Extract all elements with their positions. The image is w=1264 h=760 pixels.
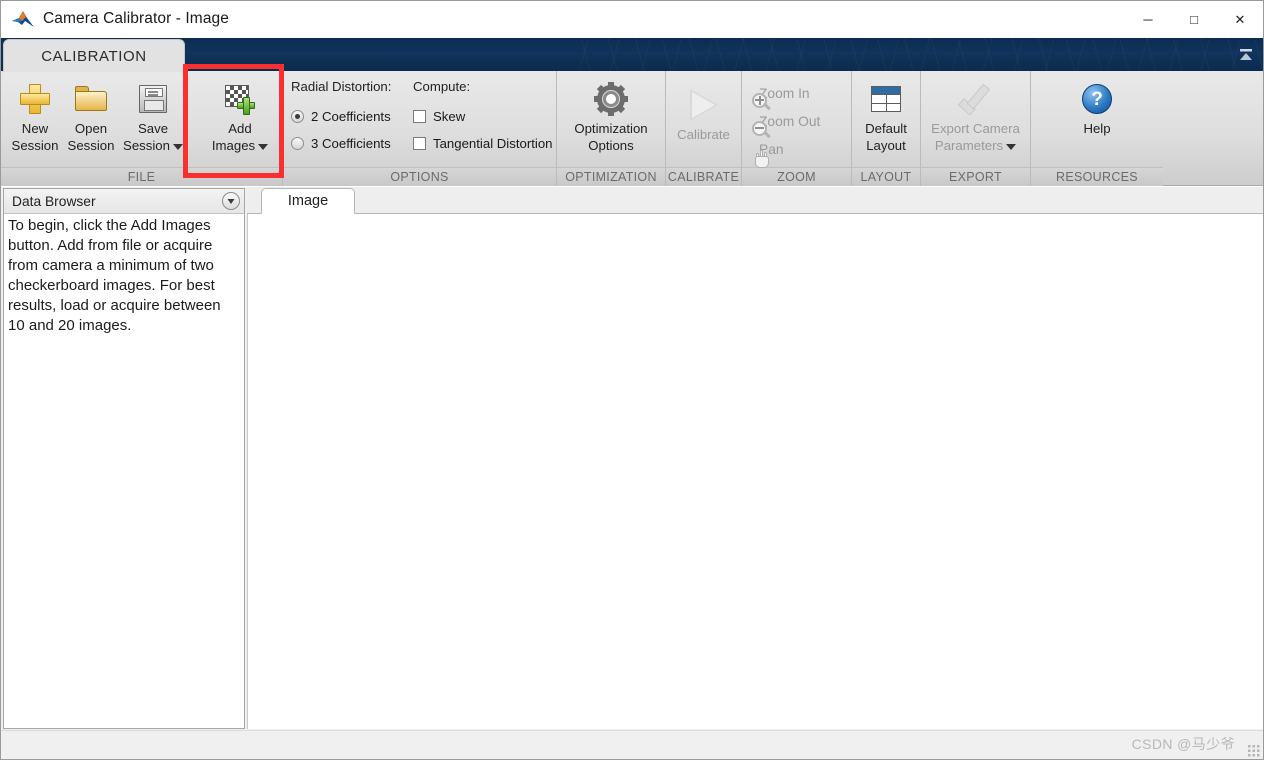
add-images-label-1: Add (228, 121, 252, 136)
checkerboard-plus-icon (225, 81, 255, 117)
watermark-text: CSDN @马少爷 (1131, 736, 1235, 752)
ribbon-group-options: Radial Distortion: 2 Coefficients 3 Coef… (283, 71, 557, 186)
checkbox-skew-indicator[interactable] (413, 110, 426, 123)
radio-2-coefficients-label: 2 Coefficients (311, 109, 391, 124)
maximize-button[interactable]: □ (1171, 1, 1217, 38)
ribbon-group-label-options: OPTIONS (283, 167, 556, 186)
tab-calibration[interactable]: CALIBRATION (3, 39, 185, 72)
plus-icon (20, 81, 50, 117)
export-camera-parameters-label-1: Export Camera (931, 121, 1020, 136)
zoom-out-button[interactable]: Zoom Out (752, 107, 821, 139)
tab-image[interactable]: Image (261, 188, 355, 214)
compute-header: Compute: (413, 79, 471, 94)
default-layout-label-2: Layout (866, 138, 906, 153)
checkbox-skew-label: Skew (433, 109, 466, 124)
ribbon-group-resources: ? Help RESOURCES (1031, 71, 1163, 186)
open-session-label-2: Session (67, 138, 115, 153)
resize-grip-icon[interactable] (1247, 744, 1260, 757)
ribbon-tab-bar: CALIBRATION (1, 38, 1263, 72)
checkbox-tangential-distortion-indicator[interactable] (413, 137, 426, 150)
radial-distortion-header: Radial Distortion: (291, 79, 392, 94)
ribbon-group-label-zoom: ZOOM (742, 167, 851, 186)
optimization-options-label-2: Options (588, 138, 634, 153)
save-session-dropdown-icon[interactable] (172, 143, 183, 150)
save-session-label-2: Session (123, 138, 170, 153)
status-bar: CSDN @马少爷 (1, 730, 1263, 759)
chevron-down-circle-icon[interactable] (222, 192, 240, 210)
default-layout-label-1: Default (865, 121, 907, 136)
help-button[interactable]: ? Help (1067, 77, 1127, 137)
checkbox-skew[interactable]: Skew (413, 103, 563, 130)
default-layout-button[interactable]: Default Layout (853, 77, 919, 154)
zoom-out-label: Zoom Out (759, 113, 821, 129)
ribbon-group-label-export: EXPORT (921, 167, 1030, 186)
new-session-label-1: New (21, 121, 49, 136)
data-browser-title: Data Browser (12, 193, 96, 209)
new-session-button[interactable]: New Session (7, 77, 63, 154)
close-button[interactable]: ✕ (1217, 1, 1263, 38)
save-session-label-1: Save (137, 121, 169, 136)
data-browser-header: Data Browser (4, 189, 244, 214)
ribbon-group-label-optimization: OPTIMIZATION (557, 167, 665, 186)
ribbon-group-label-resources: RESOURCES (1031, 167, 1163, 186)
document-tab-strip: Image (247, 187, 1263, 214)
radio-3-coefficients-label: 3 Coefficients (311, 136, 391, 151)
zoom-in-button[interactable]: Zoom In (752, 79, 810, 111)
ribbon-group-label-calibrate: CALIBRATE (666, 167, 741, 186)
floppy-disk-icon (139, 81, 167, 117)
window-controls: ─ □ ✕ (1125, 1, 1263, 38)
ribbon-group-label-layout: LAYOUT (852, 167, 920, 186)
checkbox-tangential-distortion[interactable]: Tangential Distortion (413, 130, 563, 157)
add-images-label-2: Images (211, 138, 256, 153)
radio-3-coefficients[interactable]: 3 Coefficients (291, 130, 413, 157)
ribbon-group-layout: Default Layout LAYOUT (852, 71, 921, 186)
export-camera-parameters-label-2: Parameters (934, 138, 1004, 153)
new-session-label-2: Session (11, 138, 59, 153)
add-images-dropdown-icon[interactable] (258, 143, 269, 150)
minimize-button[interactable]: ─ (1125, 1, 1171, 38)
data-browser-message: To begin, click the Add Images button. A… (8, 217, 221, 334)
optimization-options-button[interactable]: Optimization Options (561, 77, 661, 154)
open-session-label-1: Open (74, 121, 108, 136)
title-bar: Camera Calibrator - Image ─ □ ✕ (1, 1, 1263, 38)
main-area: Data Browser To begin, click the Add Ima… (1, 187, 1263, 759)
gear-icon (594, 81, 628, 117)
image-canvas[interactable] (247, 214, 1263, 729)
camera-calibrator-window: Camera Calibrator - Image ─ □ ✕ CALIBRAT… (0, 0, 1264, 760)
radio-3-coefficients-indicator[interactable] (291, 137, 304, 150)
add-images-button[interactable]: Add Images (197, 77, 283, 154)
radio-2-coefficients-indicator[interactable] (291, 110, 304, 123)
pan-button[interactable]: Pan (752, 135, 784, 168)
folder-icon (75, 81, 107, 117)
export-camera-parameters-button[interactable]: Export Camera Parameters (923, 77, 1029, 154)
window-title: Camera Calibrator - Image (43, 10, 229, 27)
matlab-icon (10, 8, 36, 30)
ribbon-group-label-file: FILE (1, 167, 282, 186)
ribbon-group-calibrate: Calibrate CALIBRATE (666, 71, 742, 186)
ribbon-group-file: New Session Open Session Save Session Ad… (1, 71, 283, 186)
ribbon: New Session Open Session Save Session Ad… (1, 71, 1263, 186)
radio-2-coefficients[interactable]: 2 Coefficients (291, 103, 413, 130)
play-triangle-icon (689, 87, 718, 123)
checkbox-tangential-distortion-label: Tangential Distortion (433, 136, 553, 151)
open-session-button[interactable]: Open Session (63, 77, 119, 154)
data-browser-panel: Data Browser To begin, click the Add Ima… (3, 188, 245, 729)
help-label: Help (1083, 121, 1111, 136)
calibrate-button[interactable]: Calibrate (668, 77, 740, 143)
ribbon-collapse-icon[interactable] (1233, 42, 1259, 68)
save-session-button[interactable]: Save Session (119, 77, 187, 154)
ribbon-group-optimization: Optimization Options OPTIMIZATION (557, 71, 666, 186)
data-browser-body: To begin, click the Add Images button. A… (4, 214, 244, 336)
export-camera-parameters-dropdown-icon[interactable] (1006, 143, 1017, 150)
optimization-options-label-1: Optimization (574, 121, 648, 136)
calibrate-label: Calibrate (677, 127, 730, 142)
ribbon-group-zoom: Zoom In Zoom Out Pan ZOOM (742, 71, 852, 186)
help-circle-icon: ? (1082, 81, 1112, 117)
ribbon-group-export: Export Camera Parameters EXPORT (921, 71, 1031, 186)
layout-grid-icon (871, 81, 901, 117)
checkmark-icon (959, 81, 993, 117)
